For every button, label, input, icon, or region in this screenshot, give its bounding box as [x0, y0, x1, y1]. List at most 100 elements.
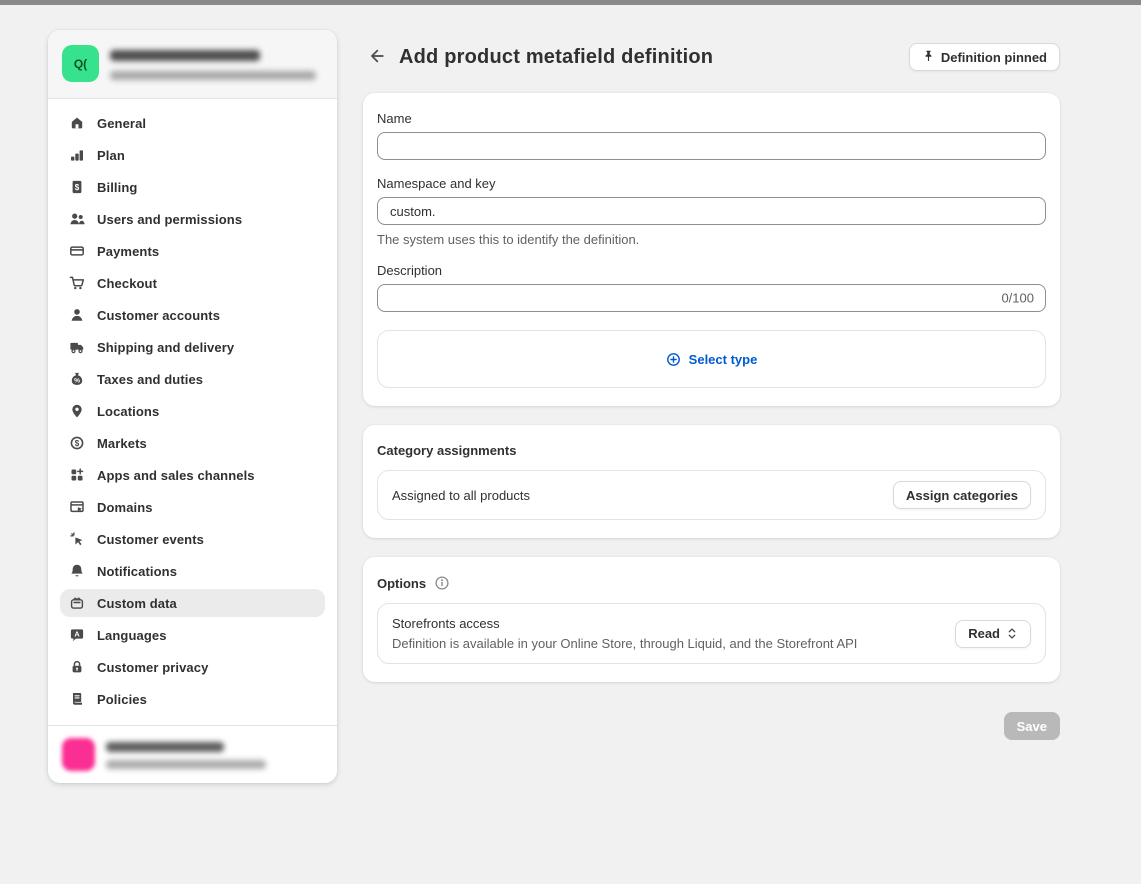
back-button[interactable]	[363, 43, 391, 71]
policies-icon	[68, 691, 85, 708]
definition-pinned-label: Definition pinned	[941, 50, 1047, 65]
definition-pinned-button[interactable]: Definition pinned	[909, 43, 1060, 71]
access-select-value: Read	[968, 626, 1000, 641]
namespace-and-key-input[interactable]	[377, 197, 1046, 225]
sidebar-item-users-and-permissions[interactable]: Users and permissions	[60, 205, 325, 233]
translate-icon: A	[68, 627, 85, 644]
description-label: Description	[377, 263, 1046, 278]
sidebar-item-markets[interactable]: $Markets	[60, 429, 325, 457]
sidebar-item-policies[interactable]: Policies	[60, 685, 325, 713]
namespace-help-text: The system uses this to identify the def…	[377, 232, 1046, 247]
name-input[interactable]	[377, 132, 1046, 160]
sidebar-item-notifications[interactable]: Notifications	[60, 557, 325, 585]
person-icon	[68, 307, 85, 324]
cart-icon	[68, 275, 85, 292]
sidebar-item-label: Custom data	[97, 596, 177, 611]
definition-card: Name Namespace and key The system uses t…	[363, 93, 1060, 406]
assign-categories-button[interactable]: Assign categories	[893, 481, 1031, 509]
store-avatar: Q(	[62, 45, 99, 82]
sidebar-item-label: Plan	[97, 148, 125, 163]
taxes-icon: %	[68, 371, 85, 388]
sidebar-item-customer-events[interactable]: Customer events	[60, 525, 325, 553]
storefronts-access-row: Storefronts access Definition is availab…	[377, 603, 1046, 664]
database-icon	[68, 595, 85, 612]
page-header: Add product metafield definition Definit…	[363, 40, 1060, 74]
storefronts-access-title: Storefronts access	[392, 616, 857, 631]
store-domain-redacted	[110, 71, 316, 80]
sidebar-item-custom-data[interactable]: Custom data	[60, 589, 325, 617]
pin-icon	[922, 49, 935, 66]
options-title: Options	[377, 576, 426, 591]
sidebar-item-label: Policies	[97, 692, 147, 707]
save-button[interactable]: Save	[1004, 712, 1060, 740]
info-icon[interactable]	[434, 575, 450, 591]
namespace-label: Namespace and key	[377, 176, 1046, 191]
settings-sidebar: Q( General Plan $ Billing Users and permissi…	[48, 30, 337, 783]
select-type-button[interactable]: Select type	[660, 351, 764, 368]
sidebar-item-domains[interactable]: Domains	[60, 493, 325, 521]
sidebar-item-label: Users and permissions	[97, 212, 242, 227]
sidebar-item-label: Locations	[97, 404, 159, 419]
sidebar-item-label: Customer privacy	[97, 660, 208, 675]
user-account-row[interactable]	[48, 725, 337, 783]
category-assignment-row: Assigned to all products Assign categori…	[377, 470, 1046, 520]
sidebar-item-label: Shipping and delivery	[97, 340, 234, 355]
sidebar-item-label: Customer events	[97, 532, 204, 547]
globe-icon: $	[68, 435, 85, 452]
sidebar-item-checkout[interactable]: Checkout	[60, 269, 325, 297]
lock-icon	[68, 659, 85, 676]
main-content: Add product metafield definition Definit…	[363, 40, 1060, 740]
sidebar-item-general[interactable]: General	[60, 109, 325, 137]
page-title: Add product metafield definition	[399, 46, 713, 69]
type-selector-area: Select type	[377, 330, 1046, 388]
svg-text:A: A	[74, 630, 80, 639]
back-arrow-icon	[368, 47, 386, 68]
sidebar-item-label: Languages	[97, 628, 167, 643]
sidebar-item-label: Apps and sales channels	[97, 468, 255, 483]
cursor-click-icon	[68, 531, 85, 548]
sidebar-item-label: Domains	[97, 500, 153, 515]
sidebar-item-shipping-and-delivery[interactable]: Shipping and delivery	[60, 333, 325, 361]
circle-plus-icon	[666, 352, 681, 367]
sidebar-item-label: Billing	[97, 180, 137, 195]
store-switcher[interactable]: Q(	[48, 30, 337, 99]
assigned-to-text: Assigned to all products	[392, 488, 530, 503]
store-name-redacted	[110, 50, 260, 61]
bell-icon	[68, 563, 85, 580]
name-label: Name	[377, 111, 1046, 126]
storefront-access-select[interactable]: Read	[955, 620, 1031, 648]
category-assignments-title: Category assignments	[377, 443, 1046, 458]
sidebar-item-taxes-and-duties[interactable]: % Taxes and duties	[60, 365, 325, 393]
store-icon	[68, 115, 85, 132]
select-type-label: Select type	[689, 352, 758, 367]
window-top-strip	[0, 0, 1141, 5]
location-pin-icon	[68, 403, 85, 420]
options-card: Options Storefronts access Definition is…	[363, 557, 1060, 682]
description-input[interactable]	[377, 284, 1046, 312]
domains-icon	[68, 499, 85, 516]
apps-grid-icon	[68, 467, 85, 484]
sidebar-item-plan[interactable]: Plan	[60, 141, 325, 169]
category-assignments-card: Category assignments Assigned to all pro…	[363, 425, 1060, 538]
settings-nav: General Plan $ Billing Users and permissions…	[48, 99, 337, 723]
sidebar-item-billing[interactable]: $ Billing	[60, 173, 325, 201]
user-name-redacted	[106, 742, 224, 752]
payments-icon	[68, 243, 85, 260]
sidebar-item-payments[interactable]: Payments	[60, 237, 325, 265]
svg-text:%: %	[74, 377, 80, 384]
storefronts-access-description: Definition is available in your Online S…	[392, 636, 857, 651]
character-counter: 0/100	[1001, 291, 1034, 306]
billing-icon: $	[68, 179, 85, 196]
sidebar-item-label: General	[97, 116, 146, 131]
sidebar-item-customer-accounts[interactable]: Customer accounts	[60, 301, 325, 329]
svg-text:$: $	[74, 183, 79, 192]
sidebar-item-label: Payments	[97, 244, 159, 259]
sidebar-item-apps-and-sales-channels[interactable]: Apps and sales channels	[60, 461, 325, 489]
user-avatar	[62, 738, 95, 771]
user-email-redacted	[106, 760, 266, 769]
sidebar-item-languages[interactable]: A Languages	[60, 621, 325, 649]
sidebar-item-label: Taxes and duties	[97, 372, 203, 387]
svg-text:$: $	[74, 439, 79, 448]
sidebar-item-customer-privacy[interactable]: Customer privacy	[60, 653, 325, 681]
sidebar-item-locations[interactable]: Locations	[60, 397, 325, 425]
